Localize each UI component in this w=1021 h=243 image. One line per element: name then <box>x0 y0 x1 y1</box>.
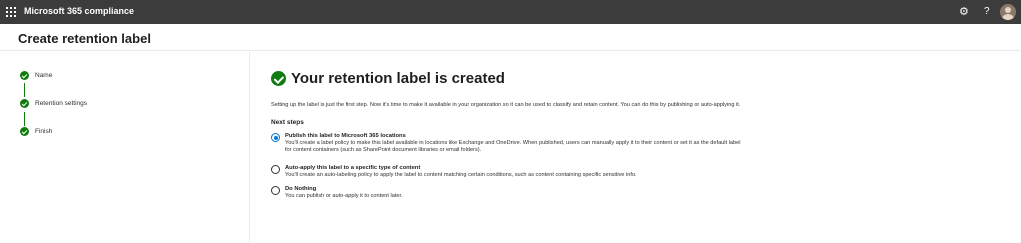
option-description: You'll create an auto-labeling policy to… <box>285 172 637 178</box>
page-title: Create retention label <box>18 31 151 46</box>
wizard-steps: Name Retention settings Finish <box>0 52 250 243</box>
intro-text: Setting up the label is just the first s… <box>271 102 741 108</box>
option-description: You can publish or auto-apply it to cont… <box>285 193 403 199</box>
option-title: Do Nothing <box>285 186 317 192</box>
app-title[interactable]: Microsoft 365 compliance <box>24 6 134 16</box>
check-circle-icon <box>20 99 29 108</box>
step-label: Retention settings <box>35 100 88 107</box>
help-icon[interactable]: ? <box>984 5 990 19</box>
next-steps-label: Next steps <box>271 119 304 126</box>
step-connector <box>24 83 25 97</box>
avatar-body <box>1002 14 1014 20</box>
check-circle-icon <box>20 71 29 80</box>
gear-icon[interactable]: ⚙ <box>959 5 969 19</box>
heading: Your retention label is created <box>291 70 505 87</box>
check-circle-icon <box>271 71 286 86</box>
radio-button[interactable] <box>271 165 280 174</box>
avatar[interactable] <box>1000 4 1016 20</box>
top-bar: Microsoft 365 compliance ⚙ ? <box>0 0 1021 24</box>
radio-button[interactable] <box>271 133 280 142</box>
option-title: Auto-apply this label to a specific type… <box>285 165 421 171</box>
option-description: You'll create a label policy to make thi… <box>285 140 741 153</box>
page-header: Create retention label <box>0 24 1021 51</box>
avatar-head <box>1005 7 1011 13</box>
step-connector <box>24 112 25 126</box>
step-label: Name <box>35 72 53 79</box>
radio-button[interactable] <box>271 186 280 195</box>
step-label: Finish <box>35 128 53 135</box>
check-circle-icon <box>20 127 29 136</box>
option-title: Publish this label to Microsoft 365 loca… <box>285 133 406 139</box>
app-launcher-icon[interactable] <box>6 7 16 17</box>
